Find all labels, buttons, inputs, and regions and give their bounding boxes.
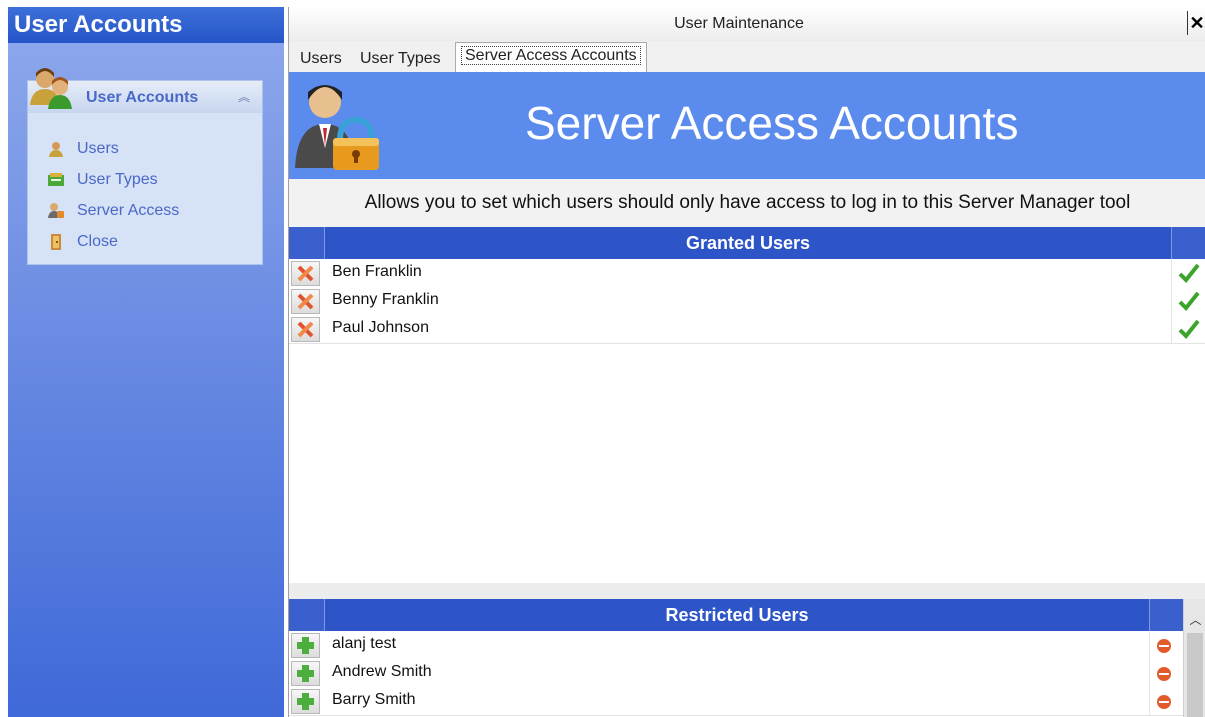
restricted-dot-icon [1157,667,1171,681]
user-types-icon [47,171,65,189]
user-name: Benny Franklin [332,291,439,308]
status-cell [1149,687,1183,715]
tab-label: Server Access Accounts [461,46,641,65]
window-title-bar: User Maintenance ✕ [289,7,1205,41]
scrollbar-thumb[interactable] [1187,633,1203,717]
plus-icon [297,665,314,682]
user-icon [47,140,65,158]
group-header[interactable]: User Accounts ︽ [28,68,262,113]
add-user-button[interactable] [291,661,320,686]
restricted-users-header-label[interactable]: Restricted Users [325,599,1149,631]
status-cell [1171,315,1205,343]
remove-user-button[interactable] [291,317,320,342]
granted-users-header-label[interactable]: Granted Users [325,227,1171,259]
plus-icon [297,693,314,710]
tab-server-access-accounts[interactable]: Server Access Accounts [455,42,647,72]
grid-splitter[interactable] [289,583,1205,599]
restricted-dot-icon [1157,639,1171,653]
nav-item-label: Users [77,140,119,157]
left-nav-pane: User Accounts User Accounts ︽ Users User… [8,7,284,717]
nav-item-users[interactable]: Users [47,136,119,162]
nav-item-label: Server Access [77,202,180,219]
page-description: Allows you to set which users should onl… [289,179,1205,227]
remove-tools-icon [297,265,314,282]
restricted-users-header: Restricted Users [289,599,1183,631]
plus-icon [297,637,314,654]
tab-user-types[interactable]: User Types [355,46,446,72]
user-name: Barry Smith [332,691,416,708]
nav-pane-title: User Accounts [8,7,284,43]
scroll-up-icon[interactable]: ︿ [1184,611,1205,628]
user-accounts-group: User Accounts ︽ Users User Types Server … [27,68,263,265]
close-button[interactable]: ✕ [1187,11,1205,35]
group-header-label: User Accounts [86,89,199,106]
table-row[interactable]: Barry Smith [289,687,1183,716]
window-title: User Maintenance [674,15,804,32]
nav-item-server-access[interactable]: Server Access [47,198,179,224]
status-cell [1171,287,1205,315]
vertical-scrollbar[interactable]: ︿ [1183,599,1205,717]
user-name: Paul Johnson [332,319,429,336]
page-banner: Server Access Accounts [289,72,1205,179]
status-column-header [1171,227,1205,259]
server-access-icon [47,202,65,220]
collapse-chevron-icon[interactable]: ︽ [238,88,250,105]
status-cell [1149,659,1183,687]
table-row[interactable]: Paul Johnson [289,315,1205,344]
nav-item-user-types[interactable]: User Types [47,167,158,193]
remove-tools-icon [297,293,314,310]
remove-tools-icon [297,321,314,338]
status-cell [1171,259,1205,287]
check-icon [1178,319,1200,339]
nav-item-label: User Types [77,171,158,188]
user-name: alanj test [332,635,397,652]
add-user-button[interactable] [291,689,320,714]
table-row[interactable]: Ben Franklin [289,259,1205,288]
remove-user-button[interactable] [291,261,320,286]
restricted-dot-icon [1157,695,1171,709]
tab-strip: Users User Types Server Access Accounts [289,41,1205,72]
table-row[interactable]: Benny Franklin [289,287,1205,316]
close-icon: ✕ [1189,13,1205,33]
nav-item-label: Close [77,233,118,250]
close-door-icon [47,233,65,251]
granted-users-header: Granted Users [289,227,1205,259]
row-selector-header [289,599,325,631]
user-maintenance-window: User Maintenance ✕ Users User Types Serv… [288,7,1205,717]
check-icon [1178,291,1200,311]
user-name: Andrew Smith [332,663,432,680]
user-lock-icon [293,78,383,179]
tab-users[interactable]: Users [295,46,347,72]
add-user-button[interactable] [291,633,320,658]
status-column-header [1149,599,1183,631]
check-icon [1178,263,1200,283]
user-name: Ben Franklin [332,263,422,280]
nav-item-close[interactable]: Close [47,229,118,255]
status-cell [1149,631,1183,659]
table-row[interactable]: Andrew Smith [289,659,1183,688]
page-title: Server Access Accounts [525,97,1019,149]
remove-user-button[interactable] [291,289,320,314]
users-group-icon [28,65,76,116]
table-row[interactable]: alanj test [289,631,1183,660]
row-selector-header [289,227,325,259]
